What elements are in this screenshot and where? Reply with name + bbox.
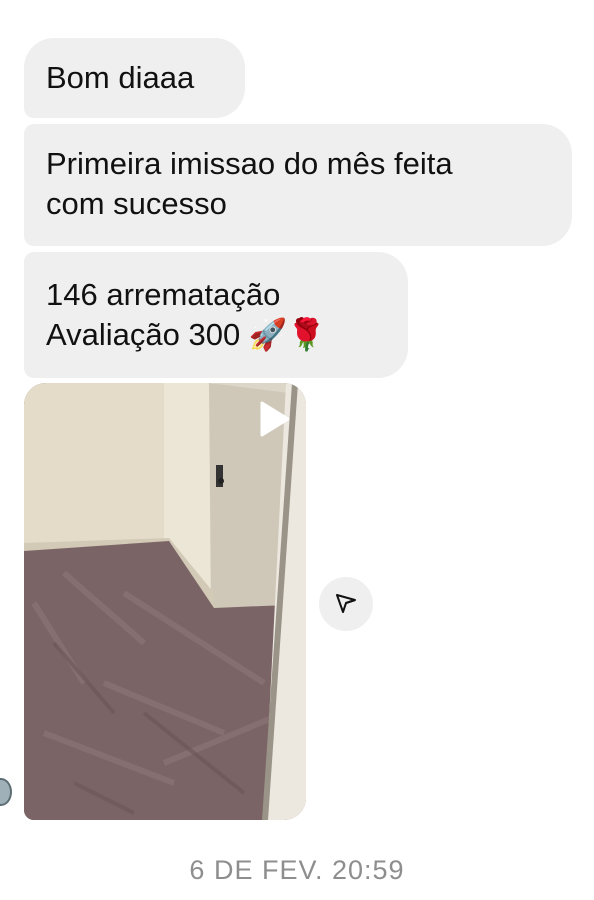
message-text: 146 arrematação xyxy=(46,277,281,312)
chat-thread: Bom diaaa Primeira imissao do mês feita … xyxy=(0,0,594,900)
message-text: com sucesso xyxy=(46,186,227,221)
video-message[interactable] xyxy=(24,383,306,820)
message-text: Bom diaaa xyxy=(46,60,195,95)
message-timestamp: 6 DE FEV. 20:59 xyxy=(189,855,405,885)
sender-avatar[interactable] xyxy=(0,778,12,806)
video-thumbnail xyxy=(24,383,306,820)
message-text: Avaliação 300 🚀🌹 xyxy=(46,317,326,352)
message-text: Primeira imissao do mês feita xyxy=(46,146,453,181)
message-bubble[interactable]: Primeira imissao do mês feita com sucess… xyxy=(24,124,572,246)
play-icon[interactable] xyxy=(252,399,292,439)
send-icon[interactable] xyxy=(319,577,373,631)
message-bubble[interactable]: Bom diaaa xyxy=(24,38,245,118)
message-bubble[interactable]: 146 arrematação Avaliação 300 🚀🌹 xyxy=(24,252,408,378)
